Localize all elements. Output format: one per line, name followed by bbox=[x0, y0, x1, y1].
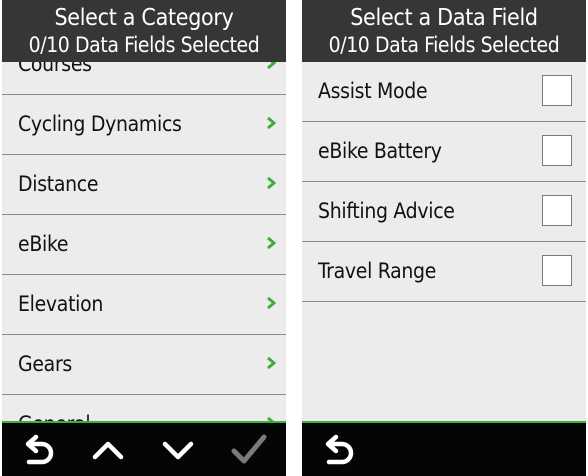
data-field-header: Select a Data Field 0/10 Data Fields Sel… bbox=[302, 0, 586, 62]
category-item-distance[interactable]: Distance bbox=[2, 155, 286, 215]
page-title: Select a Category bbox=[54, 5, 234, 31]
selection-count: 0/10 Data Fields Selected bbox=[328, 33, 560, 57]
data-field-item-assist-mode[interactable]: Assist Mode bbox=[302, 62, 586, 122]
category-item-general[interactable]: General bbox=[2, 395, 286, 423]
confirm-button[interactable] bbox=[229, 432, 269, 468]
category-item-label: Distance bbox=[18, 172, 99, 196]
data-field-item-shifting-advice[interactable]: Shifting Advice bbox=[302, 182, 586, 242]
checkmark-icon bbox=[231, 434, 267, 464]
data-field-item-ebike-battery[interactable]: eBike Battery bbox=[302, 122, 586, 182]
chevron-right-icon bbox=[267, 357, 276, 369]
category-item-label: Gears bbox=[18, 352, 72, 376]
category-item-elevation[interactable]: Elevation bbox=[2, 275, 286, 335]
chevron-right-icon bbox=[267, 237, 276, 249]
category-item-ebike[interactable]: eBike bbox=[2, 215, 286, 275]
data-field-label: Shifting Advice bbox=[318, 199, 455, 223]
category-header: Select a Category 0/10 Data Fields Selec… bbox=[2, 0, 286, 62]
selection-count: 0/10 Data Fields Selected bbox=[28, 33, 260, 57]
back-button[interactable] bbox=[20, 432, 60, 468]
category-item-label: eBike bbox=[18, 232, 69, 256]
chevron-right-icon bbox=[267, 62, 276, 69]
scroll-down-button[interactable] bbox=[158, 432, 198, 468]
category-screen: Select a Category 0/10 Data Fields Selec… bbox=[2, 0, 286, 476]
scroll-up-button[interactable] bbox=[88, 432, 128, 468]
data-field-list[interactable]: Assist Mode eBike Battery Shifting Advic… bbox=[302, 62, 586, 423]
data-field-screen: Select a Data Field 0/10 Data Fields Sel… bbox=[302, 0, 586, 476]
data-field-label: Assist Mode bbox=[318, 79, 428, 103]
page-title: Select a Data Field bbox=[350, 5, 538, 31]
back-button[interactable] bbox=[320, 432, 360, 468]
data-field-label: eBike Battery bbox=[318, 139, 442, 163]
back-arrow-icon bbox=[325, 434, 354, 465]
category-item-cycling-dynamics[interactable]: Cycling Dynamics bbox=[2, 95, 286, 155]
back-arrow-icon bbox=[25, 434, 54, 465]
category-item-label: Cycling Dynamics bbox=[18, 112, 182, 136]
category-list[interactable]: Courses Cycling Dynamics Distance eBike … bbox=[2, 62, 286, 423]
chevron-right-icon bbox=[267, 117, 276, 129]
chevron-down-icon bbox=[162, 441, 194, 460]
data-field-checkbox[interactable] bbox=[542, 75, 572, 106]
data-field-checkbox[interactable] bbox=[542, 195, 572, 226]
data-field-item-travel-range[interactable]: Travel Range bbox=[302, 242, 586, 302]
data-field-label: Travel Range bbox=[318, 259, 437, 283]
footer-toolbar bbox=[302, 423, 586, 476]
chevron-right-icon bbox=[267, 297, 276, 309]
chevron-up-icon bbox=[92, 441, 124, 460]
category-item-label: Courses bbox=[18, 62, 92, 76]
category-item-label: Elevation bbox=[18, 292, 104, 316]
data-field-checkbox[interactable] bbox=[542, 255, 572, 286]
chevron-right-icon bbox=[267, 177, 276, 189]
data-field-checkbox[interactable] bbox=[542, 135, 572, 166]
category-item-gears[interactable]: Gears bbox=[2, 335, 286, 395]
category-item-courses[interactable]: Courses bbox=[2, 62, 286, 95]
footer-toolbar bbox=[2, 423, 286, 476]
